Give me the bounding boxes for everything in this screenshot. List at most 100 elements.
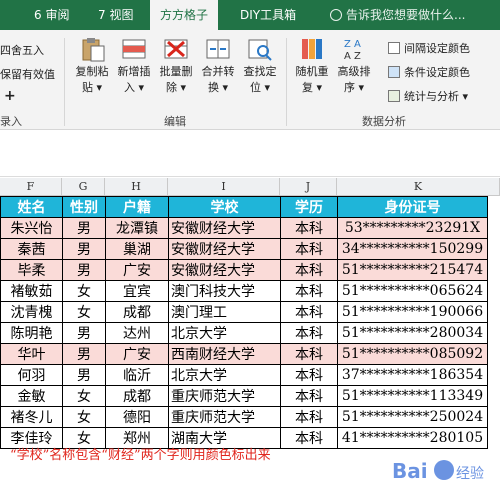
cell-sex[interactable]: 女	[62, 301, 106, 323]
table-row: 毕柔男广安 安徽财经大学 本科 51**********215474	[0, 259, 488, 281]
cell-id[interactable]: 37**********186354	[337, 364, 488, 386]
cell-sex[interactable]: 男	[62, 259, 106, 281]
instruction-note: “学校”名称包含“财经”两个字则用颜色标出来	[10, 448, 271, 463]
header-degree[interactable]: 学历	[280, 196, 338, 218]
column-letter-g[interactable]: G	[62, 178, 105, 196]
cell-hometown[interactable]: 德阳	[105, 406, 169, 428]
header-id[interactable]: 身份证号	[337, 196, 488, 218]
cell-id[interactable]: 53*********23291X	[337, 217, 488, 239]
tell-me-box[interactable]: 告诉我您想要做什么...	[330, 0, 465, 30]
random-repeat-button[interactable]: 随机重 复 ▾	[290, 36, 334, 96]
cell-sex[interactable]: 男	[62, 364, 106, 386]
cell-school[interactable]: 西南财经大学	[168, 343, 281, 365]
cell-name[interactable]: 陈明艳	[0, 322, 63, 344]
cell-name[interactable]: 褚冬儿	[0, 406, 63, 428]
cell-degree[interactable]: 本科	[280, 406, 338, 428]
plus-button[interactable]: +	[4, 88, 16, 104]
insert-l2: 入 ▾	[123, 81, 145, 94]
column-letter-j[interactable]: J	[280, 178, 337, 196]
column-letter-f[interactable]: F	[0, 178, 62, 196]
cell-name[interactable]: 褚敏茹	[0, 280, 63, 302]
cell-hometown[interactable]: 成都	[105, 301, 169, 323]
header-name[interactable]: 姓名	[0, 196, 63, 218]
column-letter-i[interactable]: I	[168, 178, 280, 196]
keep-significant-button[interactable]: 保留有效值	[0, 66, 55, 82]
cell-school[interactable]: 安徽财经大学	[168, 217, 281, 239]
tab-diy-toolbox[interactable]: DIY工具箱	[240, 0, 296, 30]
condition-color-button[interactable]: 条件设定颜色	[388, 64, 470, 80]
cell-sex[interactable]: 男	[62, 343, 106, 365]
merge-icon	[204, 36, 232, 62]
column-letter-k[interactable]: K	[337, 178, 500, 196]
cell-sex[interactable]: 男	[62, 217, 106, 239]
batch-delete-button[interactable]: 批量删 除 ▾	[154, 36, 198, 96]
header-sex[interactable]: 性别	[62, 196, 106, 218]
table-row: 陈明艳男达州 北京大学 本科 51**********280034	[0, 322, 488, 344]
cell-id[interactable]: 41**********280105	[337, 427, 488, 449]
cell-school[interactable]: 澳门理工	[168, 301, 281, 323]
cell-sex[interactable]: 男	[62, 238, 106, 260]
cell-hometown[interactable]: 宜宾	[105, 280, 169, 302]
cell-degree[interactable]: 本科	[280, 322, 338, 344]
cell-name[interactable]: 沈青槐	[0, 301, 63, 323]
cell-id[interactable]: 51**********065624	[337, 280, 488, 302]
svg-text:经验: 经验	[456, 466, 484, 482]
cell-hometown[interactable]: 广安	[105, 259, 169, 281]
interval-color-button[interactable]: 间隔设定颜色	[388, 40, 470, 56]
cell-hometown[interactable]: 达州	[105, 322, 169, 344]
cell-school[interactable]: 安徽财经大学	[168, 259, 281, 281]
cell-hometown[interactable]: 成都	[105, 385, 169, 407]
cell-id[interactable]: 51**********085092	[337, 343, 488, 365]
cell-school[interactable]: 北京大学	[168, 322, 281, 344]
cell-school[interactable]: 重庆师范大学	[168, 406, 281, 428]
cell-name[interactable]: 华叶	[0, 343, 63, 365]
cell-name[interactable]: 朱兴怡	[0, 217, 63, 239]
interval-color-label: 间隔设定颜色	[404, 42, 470, 55]
cell-sex[interactable]: 女	[62, 385, 106, 407]
advanced-sort-button[interactable]: ZAAZ 高级排 序 ▾	[332, 36, 376, 96]
cell-name[interactable]: 金敏	[0, 385, 63, 407]
cell-degree[interactable]: 本科	[280, 238, 338, 260]
cell-degree[interactable]: 本科	[280, 385, 338, 407]
cell-degree[interactable]: 本科	[280, 427, 338, 449]
cell-school[interactable]: 北京大学	[168, 364, 281, 386]
cell-degree[interactable]: 本科	[280, 364, 338, 386]
merge-convert-button[interactable]: 合并转 换 ▾	[196, 36, 240, 96]
header-hometown[interactable]: 户籍	[105, 196, 169, 218]
cell-school[interactable]: 澳门科技大学	[168, 280, 281, 302]
cell-hometown[interactable]: 巢湖	[105, 238, 169, 260]
cell-name[interactable]: 秦茜	[0, 238, 63, 260]
cell-id[interactable]: 51**********250024	[337, 406, 488, 428]
cell-degree[interactable]: 本科	[280, 217, 338, 239]
cell-school[interactable]: 重庆师范大学	[168, 385, 281, 407]
cell-hometown[interactable]: 龙潭镇	[105, 217, 169, 239]
find-locate-button[interactable]: 查找定 位 ▾	[238, 36, 282, 96]
cell-id[interactable]: 51**********215474	[337, 259, 488, 281]
cell-sex[interactable]: 女	[62, 406, 106, 428]
cell-id[interactable]: 51**********190066	[337, 301, 488, 323]
stats-analysis-button[interactable]: 统计与分析 ▾	[388, 88, 468, 104]
cell-degree[interactable]: 本科	[280, 280, 338, 302]
insert-button[interactable]: 新增插 入 ▾	[112, 36, 156, 96]
cell-name[interactable]: 毕柔	[0, 259, 63, 281]
cell-degree[interactable]: 本科	[280, 301, 338, 323]
cell-hometown[interactable]: 临沂	[105, 364, 169, 386]
cell-degree[interactable]: 本科	[280, 259, 338, 281]
cell-sex[interactable]: 女	[62, 280, 106, 302]
cell-id[interactable]: 51**********280034	[337, 322, 488, 344]
cell-hometown[interactable]: 广安	[105, 343, 169, 365]
cell-degree[interactable]: 本科	[280, 343, 338, 365]
round-button[interactable]: 四舍五入	[0, 42, 44, 58]
cell-id[interactable]: 51**********113349	[337, 385, 488, 407]
cell-sex[interactable]: 男	[62, 322, 106, 344]
tab-view[interactable]: 7 视图	[98, 0, 133, 30]
find-icon	[246, 36, 274, 62]
tab-fangfang[interactable]: 方方格子	[150, 0, 219, 31]
tab-review[interactable]: 6 审阅	[34, 0, 69, 30]
header-school[interactable]: 学校	[168, 196, 281, 218]
copy-paste-button[interactable]: 复制粘 贴 ▾	[70, 36, 114, 96]
cell-id[interactable]: 34**********150299	[337, 238, 488, 260]
column-letter-h[interactable]: H	[105, 178, 168, 196]
cell-name[interactable]: 何羽	[0, 364, 63, 386]
cell-school[interactable]: 安徽财经大学	[168, 238, 281, 260]
